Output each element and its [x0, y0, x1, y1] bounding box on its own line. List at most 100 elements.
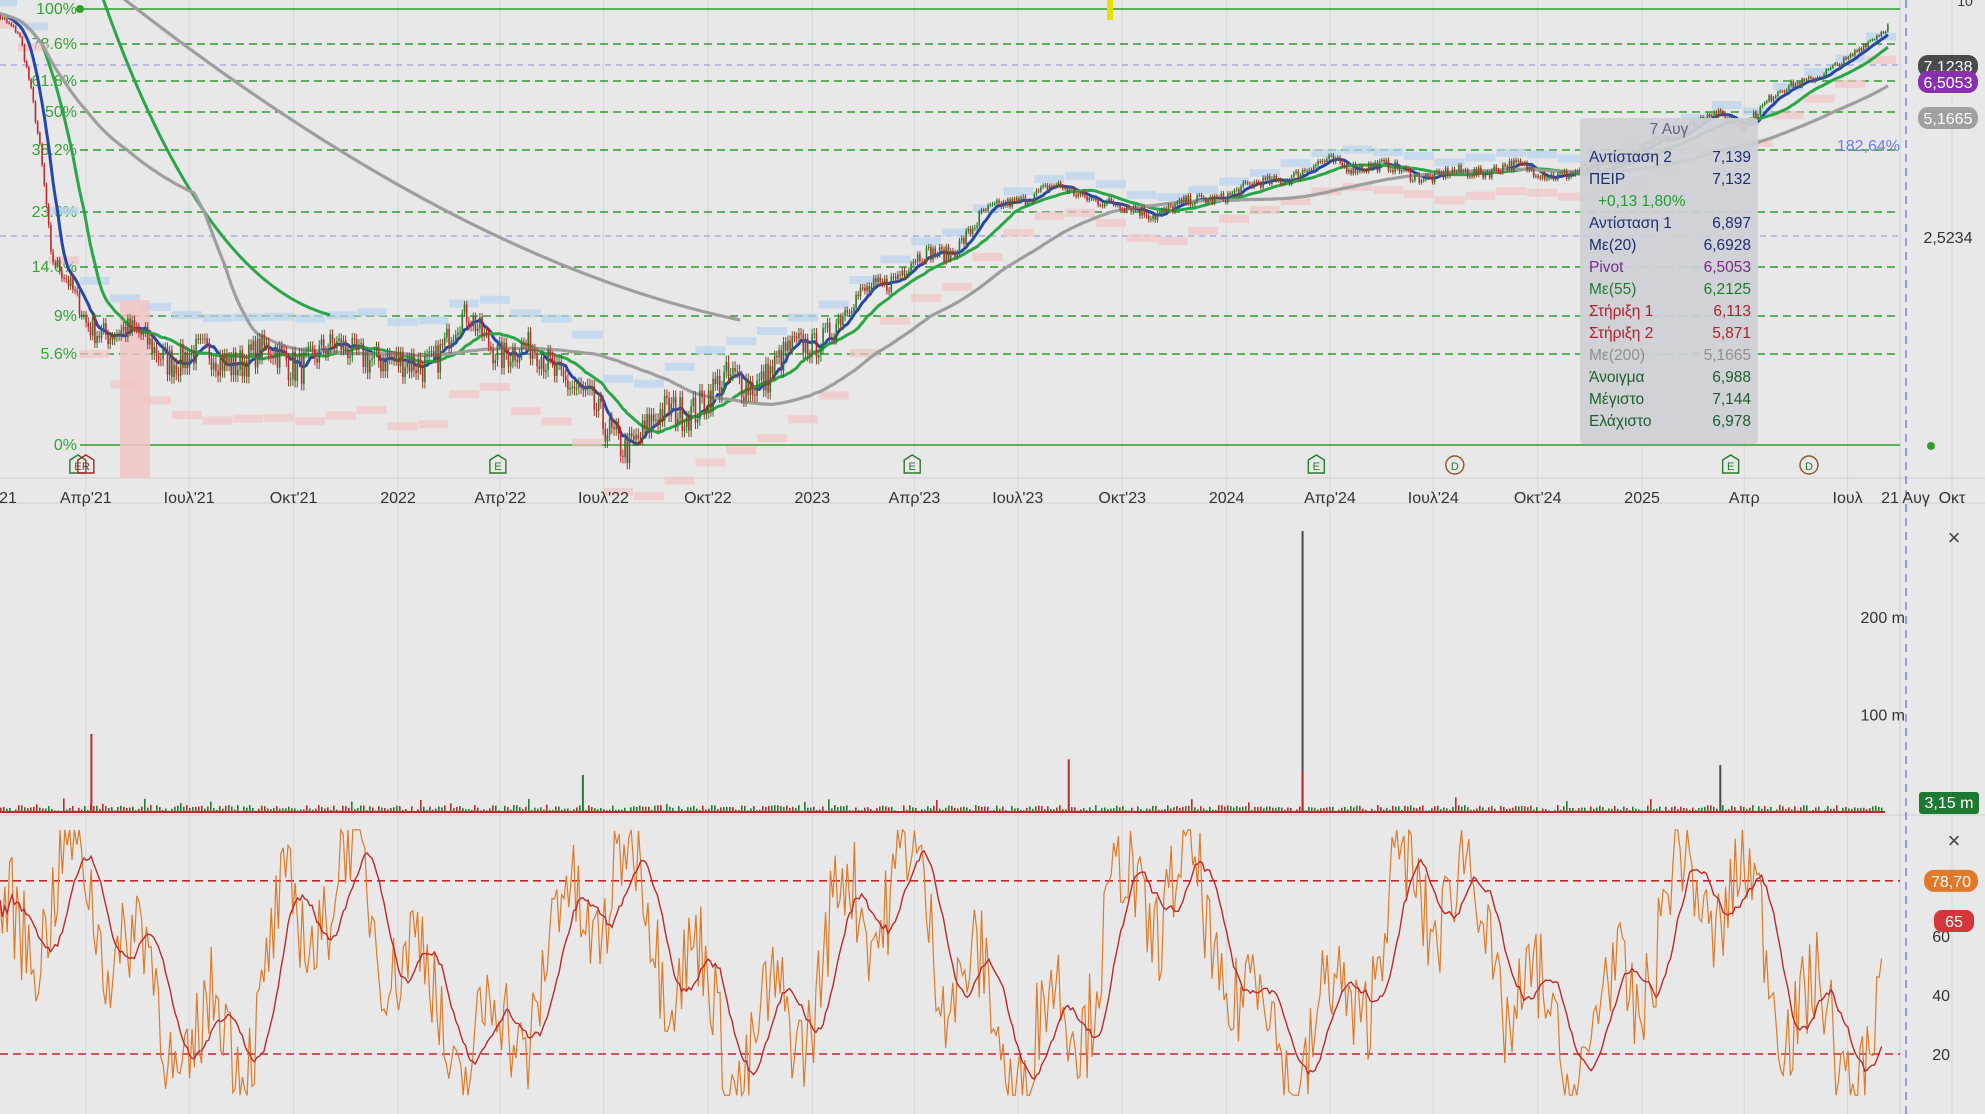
candle-body [615, 424, 618, 430]
candle-body [406, 358, 409, 368]
candle-body [1026, 201, 1029, 205]
candle-body [1218, 197, 1220, 199]
volume-bar [1707, 805, 1709, 812]
candle-body [567, 380, 569, 390]
candle-body [637, 434, 640, 439]
candle-body [558, 361, 560, 364]
candle-body [1367, 163, 1370, 172]
support-zone [1157, 237, 1188, 246]
support-zone [572, 438, 603, 447]
candle-body [1411, 180, 1414, 182]
candle-body [1042, 185, 1044, 188]
candle-body [1433, 172, 1436, 183]
resistance-zone [387, 318, 418, 327]
candle-body [303, 352, 305, 384]
candle-body [1007, 199, 1009, 206]
candle-body [690, 406, 692, 431]
candle-body [703, 396, 706, 414]
candle-body [639, 438, 642, 440]
resistance-zone [1342, 145, 1373, 154]
candle-body [98, 335, 101, 338]
candle-body [237, 369, 239, 376]
resistance-zone [479, 295, 510, 304]
volume-bar [1095, 805, 1097, 812]
candle-body [1805, 79, 1808, 81]
candle-body [1394, 161, 1396, 173]
volume-bar [63, 798, 65, 812]
support-zone [1527, 188, 1558, 197]
volume-bar [798, 805, 800, 812]
candle-body [362, 343, 365, 367]
candle-body [1499, 171, 1502, 173]
candle-body [366, 352, 369, 373]
candle-body [723, 371, 725, 388]
candle-body [967, 228, 970, 232]
candle-body [1040, 187, 1042, 192]
candle-body [549, 349, 552, 358]
candle-body [1255, 181, 1258, 183]
candle-body [815, 332, 818, 358]
candle-body [226, 353, 228, 365]
candle-body [1249, 183, 1251, 185]
candle-body [1235, 189, 1238, 191]
candle-body [276, 348, 279, 368]
candle-body [564, 376, 567, 381]
candle-body [89, 326, 92, 336]
candle-body [272, 356, 274, 359]
candle-body [1178, 199, 1181, 203]
candle-body [520, 342, 523, 354]
tooltip-row-label: Αντίσταση 2 [1589, 149, 1672, 166]
candle-body [454, 335, 457, 340]
candle-body [1000, 202, 1003, 207]
candle-body [1475, 168, 1478, 176]
candle-body [641, 420, 644, 439]
candle-body [481, 316, 483, 337]
support-zone [387, 422, 418, 431]
volume-bar [450, 803, 452, 812]
volume-bar [474, 805, 476, 812]
candle-body [743, 397, 745, 401]
candle-body [1222, 193, 1225, 200]
candle-body [868, 286, 871, 292]
x-tick-label: Οκτ'21 [270, 490, 318, 507]
volume-bar [186, 805, 188, 812]
candle-body [677, 418, 679, 425]
x-tick-label: 2023 [795, 490, 831, 507]
candle-body [1004, 201, 1007, 206]
x-tick-label: Οκτ [1939, 490, 1966, 507]
candle-body [1543, 173, 1546, 180]
x-tick-label: Ιουλ'24 [1408, 490, 1459, 507]
candle-body [69, 277, 72, 287]
tooltip-change: +0,13 1,80% [1598, 193, 1686, 210]
candle-body [556, 363, 558, 376]
volume-bar [846, 805, 848, 812]
volume-bar [1191, 799, 1193, 812]
volume-bar [249, 805, 251, 812]
candle-body [1123, 209, 1126, 211]
candle-body [569, 388, 571, 390]
candle-body [1343, 164, 1346, 167]
resistance-zone [356, 308, 387, 317]
candle-body [998, 200, 1000, 203]
candle-body [523, 342, 525, 345]
candle-body [650, 414, 653, 433]
candle-body [1070, 187, 1073, 189]
candle-body [250, 344, 252, 351]
resistance-zone [510, 309, 541, 318]
candle-body [1444, 168, 1447, 178]
candle-body [1053, 185, 1055, 187]
support-zone [757, 433, 788, 442]
candle-body [1759, 106, 1762, 115]
support-zone [171, 410, 202, 419]
candle-body [384, 361, 387, 372]
event-marker-label: D [1805, 461, 1813, 473]
candle-body [1180, 199, 1183, 202]
event-marker-label: R [82, 461, 90, 473]
oscillator-last-label: 78,70 [1931, 874, 1971, 891]
candle-body [749, 382, 752, 396]
candle-body [1176, 202, 1179, 205]
candle-body [1220, 193, 1223, 198]
candle-body [644, 420, 646, 429]
tooltip-row-value: 6,5053 [1703, 259, 1751, 276]
candle-body [1271, 178, 1273, 184]
